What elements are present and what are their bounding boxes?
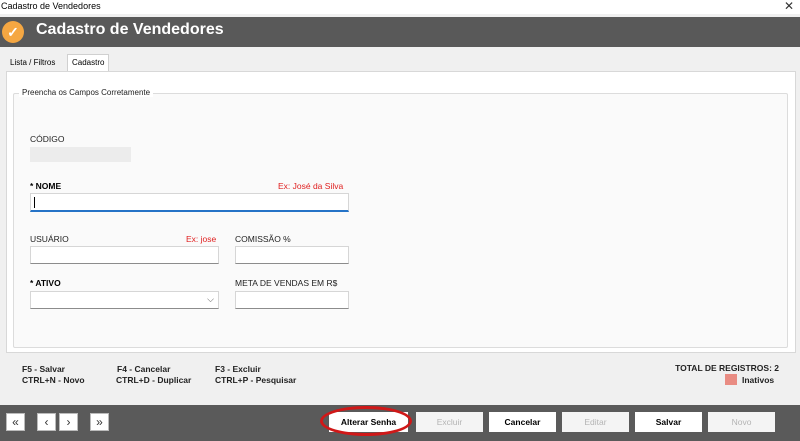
shortcut-salvar: F5 - Salvar — [22, 364, 65, 374]
first-record-button[interactable]: « — [6, 413, 25, 431]
usuario-field[interactable] — [30, 246, 219, 264]
nome-label: * NOME — [30, 181, 62, 191]
codigo-field — [30, 147, 131, 162]
shortcut-duplicar: CTRL+D - Duplicar — [116, 375, 192, 385]
cancelar-button[interactable]: Cancelar — [489, 412, 556, 432]
shortcut-cancelar: F4 - Cancelar — [117, 364, 171, 374]
usuario-example: Ex: jose — [186, 234, 217, 244]
shortcut-excluir: F3 - Excluir — [215, 364, 261, 374]
tab-lista-filtros[interactable]: Lista / Filtros — [6, 55, 59, 71]
check-circle-icon: ✓ — [2, 21, 24, 43]
page-header: ✓ Cadastro de Vendedores — [0, 17, 800, 47]
form-fieldset — [13, 93, 788, 348]
tab-cadastro[interactable]: Cadastro — [67, 54, 110, 72]
close-icon[interactable]: ✕ — [784, 0, 794, 13]
inativos-label: Inativos — [742, 375, 775, 385]
prev-record-button[interactable]: ‹ — [37, 413, 56, 431]
nome-field[interactable] — [30, 193, 349, 212]
window-title: Cadastro de Vendedores — [1, 1, 101, 11]
ativo-select[interactable]: ⌵ — [30, 291, 219, 309]
usuario-label: USUÁRIO — [30, 234, 69, 244]
ativo-label: * ATIVO — [30, 278, 61, 288]
shortcut-pesquisar: CTRL+P - Pesquisar — [215, 375, 297, 385]
last-record-button[interactable]: » — [90, 413, 109, 431]
fieldset-legend: Preencha os Campos Corretamente — [19, 88, 154, 97]
page-title: Cadastro de Vendedores — [36, 21, 224, 38]
total-registros: TOTAL DE REGISTROS: 2 — [675, 363, 779, 373]
shortcut-novo: CTRL+N - Novo — [22, 375, 85, 385]
nome-example: Ex: José da Silva — [278, 181, 344, 191]
editar-button[interactable]: Editar — [562, 412, 629, 432]
next-record-button[interactable]: › — [59, 413, 78, 431]
text-caret — [34, 197, 35, 208]
codigo-label: CÓDIGO — [30, 134, 65, 144]
meta-label: META DE VENDAS EM R$ — [235, 278, 338, 288]
annotation-ellipse — [320, 406, 412, 436]
novo-button[interactable]: Novo — [708, 412, 775, 432]
chevron-down-icon: ⌵ — [207, 294, 214, 304]
salvar-button[interactable]: Salvar — [635, 412, 702, 432]
meta-field[interactable] — [235, 291, 349, 309]
title-bar: Cadastro de Vendedores ✕ — [0, 0, 800, 14]
inativos-swatch — [725, 374, 737, 385]
comissao-label: COMISSÃO % — [235, 234, 291, 244]
comissao-field[interactable] — [235, 246, 349, 264]
excluir-button[interactable]: Excluir — [416, 412, 483, 432]
